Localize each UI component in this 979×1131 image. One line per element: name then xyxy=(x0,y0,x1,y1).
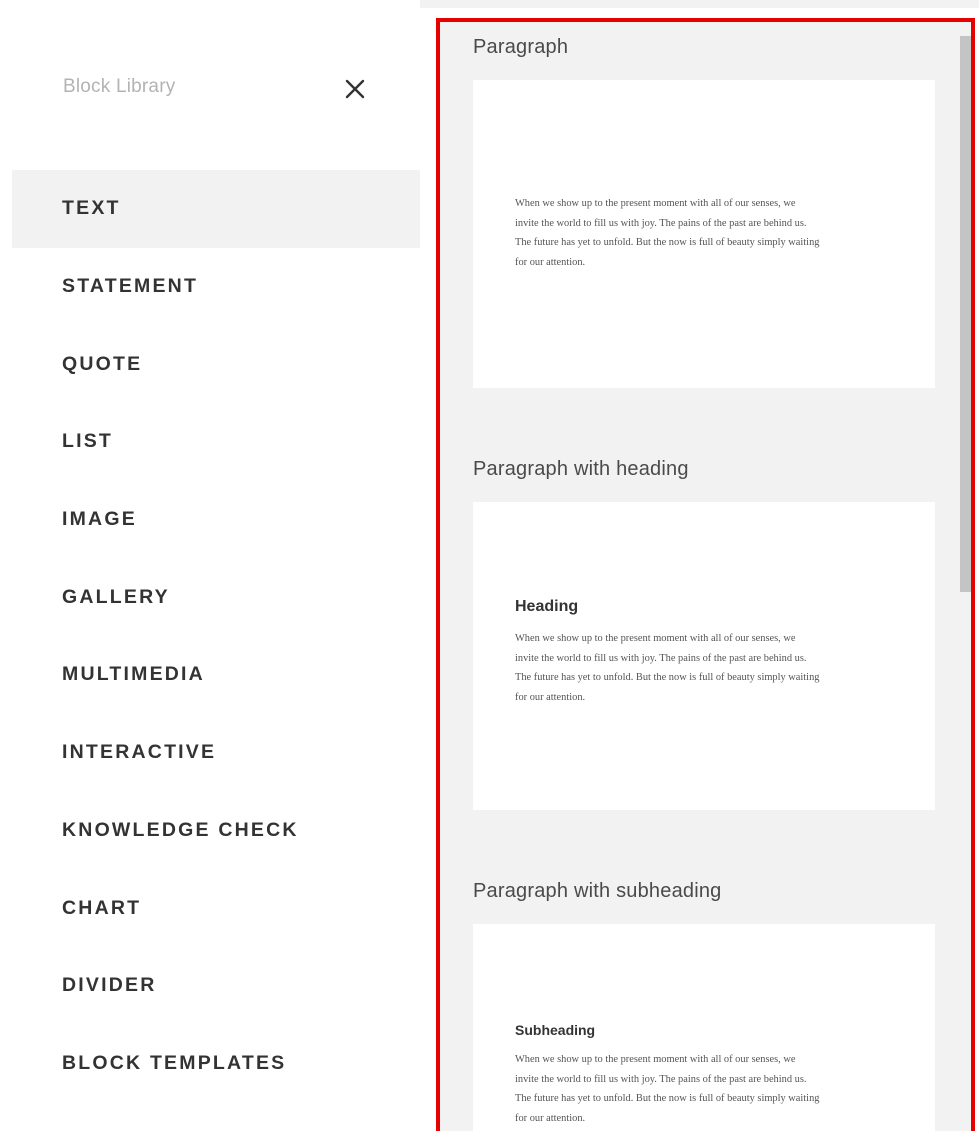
body-line: The future has yet to unfold. But the no… xyxy=(515,672,820,683)
block-heading: Heading xyxy=(515,598,579,615)
block-label: Paragraph xyxy=(473,36,569,58)
body-line: for our attention. xyxy=(515,1112,586,1124)
block-subheading: Subheading xyxy=(515,1022,596,1038)
nav-item-interactive[interactable]: INTERACTIVE xyxy=(12,714,420,792)
nav-item-statement[interactable]: STATEMENT xyxy=(12,248,420,326)
nav-item-label: CHART xyxy=(62,896,142,919)
nav-item-label: IMAGE xyxy=(62,508,137,531)
nav-item-label: STATEMENT xyxy=(62,275,199,298)
body-line: for our attention. xyxy=(515,256,586,268)
nav-item-chart[interactable]: CHART xyxy=(12,869,420,947)
nav-item-list[interactable]: LIST xyxy=(12,403,420,481)
nav-item-divider[interactable]: DIVIDER xyxy=(12,947,420,1025)
panel-top-strip xyxy=(420,0,979,8)
nav-item-image[interactable]: IMAGE xyxy=(12,481,420,559)
block-card-paragraph[interactable]: When we show up to the present moment wi… xyxy=(473,80,935,388)
block-body-text: When we show up to the present moment wi… xyxy=(515,1050,895,1128)
nav-item-label: KNOWLEDGE CHECK xyxy=(62,818,299,841)
body-line: When we show up to the present moment wi… xyxy=(515,633,796,644)
block-body-text: When we show up to the present moment wi… xyxy=(515,629,895,707)
body-line: When we show up to the present moment wi… xyxy=(515,1054,796,1065)
block-library-sidebar: Block Library TEXT STATEMENT QUOTE LIST … xyxy=(0,0,420,1131)
nav-item-multimedia[interactable]: MULTIMEDIA xyxy=(12,636,420,714)
nav-item-text[interactable]: TEXT xyxy=(12,170,420,248)
scrollbar-thumb[interactable] xyxy=(960,36,971,592)
nav-item-label: DIVIDER xyxy=(62,974,157,997)
nav-item-block-templates[interactable]: BLOCK TEMPLATES xyxy=(12,1025,420,1103)
sidebar-title: Block Library xyxy=(63,76,176,97)
block-label: Paragraph with heading xyxy=(473,458,689,480)
block-label: Paragraph with subheading xyxy=(473,880,722,902)
nav-item-quote[interactable]: QUOTE xyxy=(12,325,420,403)
body-line: invite the world to fill us with joy. Th… xyxy=(515,652,807,664)
body-line: The future has yet to unfold. But the no… xyxy=(515,1093,820,1104)
close-button[interactable] xyxy=(340,74,370,104)
category-nav: TEXT STATEMENT QUOTE LIST IMAGE GALLERY … xyxy=(12,170,420,1102)
nav-item-label: INTERACTIVE xyxy=(62,741,217,764)
nav-item-label: BLOCK TEMPLATES xyxy=(62,1051,287,1074)
block-preview-panel: Paragraph When we show up to the present… xyxy=(436,18,975,1131)
nav-item-label: GALLERY xyxy=(62,585,170,608)
block-card-paragraph-with-heading[interactable]: Heading When we show up to the present m… xyxy=(473,502,935,810)
nav-item-label: TEXT xyxy=(62,197,121,220)
body-line: The future has yet to unfold. But the no… xyxy=(515,237,820,248)
body-line: invite the world to fill us with joy. Th… xyxy=(515,217,807,229)
nav-item-label: LIST xyxy=(62,430,114,453)
body-line: When we show up to the present moment wi… xyxy=(515,198,796,209)
nav-item-label: QUOTE xyxy=(62,352,143,375)
block-body-text: When we show up to the present moment wi… xyxy=(515,194,895,272)
close-icon xyxy=(345,79,365,99)
nav-item-label: MULTIMEDIA xyxy=(62,663,205,686)
block-card-paragraph-with-subheading[interactable]: Subheading When we show up to the presen… xyxy=(473,924,935,1131)
nav-item-gallery[interactable]: GALLERY xyxy=(12,558,420,636)
nav-item-knowledge-check[interactable]: KNOWLEDGE CHECK xyxy=(12,792,420,870)
body-line: invite the world to fill us with joy. Th… xyxy=(515,1073,807,1085)
body-line: for our attention. xyxy=(515,691,586,703)
